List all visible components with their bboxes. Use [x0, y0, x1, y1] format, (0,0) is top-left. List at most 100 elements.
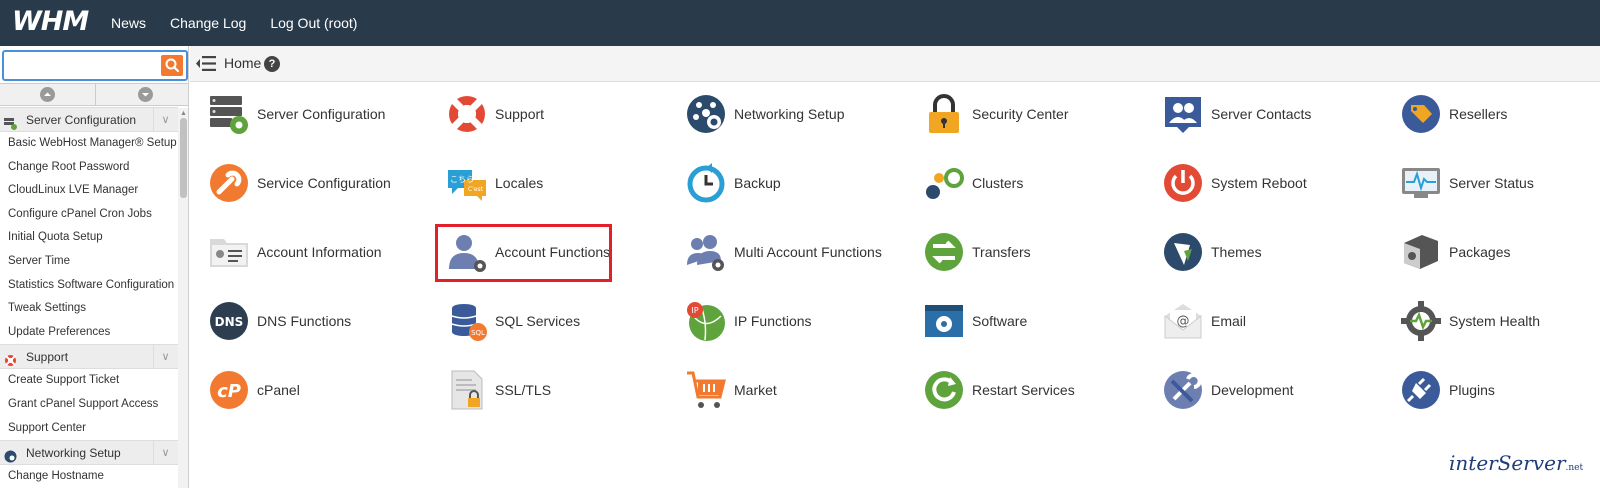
- tile-server-configuration[interactable]: Server Configuration: [204, 87, 442, 143]
- search-button[interactable]: [161, 55, 183, 76]
- padlock-icon: [923, 93, 965, 135]
- sidebar-menu: Server Configuration ∨ Basic WebHost Manag…: [0, 107, 178, 488]
- package-box-icon: [1400, 231, 1442, 273]
- svg-text:cP: cP: [217, 381, 241, 402]
- database-icon: SQL: [446, 300, 488, 342]
- email-envelope-icon: @: [1162, 300, 1204, 342]
- tile-packages[interactable]: Packages: [1396, 225, 1600, 281]
- sidebar-section-title: Support: [26, 350, 69, 365]
- sidebar-item[interactable]: Change Root Password: [0, 156, 178, 180]
- collapse-all-button[interactable]: [0, 84, 94, 105]
- sidebar-item[interactable]: CloudLinux LVE Manager: [0, 179, 178, 203]
- sidebar-item[interactable]: Support Center: [0, 417, 178, 441]
- sidebar: ▲ Server Configuration ∨ Basic WebHost Man…: [0, 46, 189, 488]
- sidebar-item[interactable]: Server Time: [0, 250, 178, 274]
- tile-multi-account-functions[interactable]: Multi Account Functions: [681, 225, 919, 281]
- tile-dns-functions[interactable]: DNS DNS Functions: [204, 294, 442, 350]
- sidebar-item[interactable]: Statistics Software Configuration: [0, 274, 178, 298]
- tile-ip-functions[interactable]: IP IP Functions: [681, 294, 919, 350]
- nav-logout-link[interactable]: Log Out (root): [270, 15, 357, 31]
- server-config-icon: [208, 93, 250, 135]
- tile-restart-services[interactable]: Restart Services: [919, 363, 1157, 419]
- tile-support[interactable]: Support: [442, 87, 680, 143]
- sidebar-item[interactable]: Create Support Ticket: [0, 369, 178, 393]
- tile-backup[interactable]: Backup: [681, 156, 919, 212]
- tile-ssl-tls[interactable]: SSL/TLS: [442, 363, 680, 419]
- svg-text:こちら: こちら: [450, 175, 474, 184]
- sidebar-section-header[interactable]: Support ∨: [0, 344, 178, 370]
- tile-label: Packages: [1449, 244, 1511, 260]
- sidebar-scrollbar[interactable]: ▲: [178, 108, 188, 488]
- interserver-logo: interServer.net: [1449, 451, 1583, 475]
- svg-text:SQL: SQL: [471, 329, 485, 337]
- search-input[interactable]: [8, 55, 158, 75]
- sidebar-item[interactable]: Basic WebHost Manager® Setup: [0, 132, 178, 156]
- tile-service-configuration[interactable]: Service Configuration: [204, 156, 442, 212]
- breadcrumb-home[interactable]: Home: [224, 55, 261, 71]
- chevron-down-icon[interactable]: ∨: [153, 108, 177, 132]
- tile-cpanel[interactable]: cP cPanel: [204, 363, 442, 419]
- tile-security-center[interactable]: Security Center: [919, 87, 1157, 143]
- development-tools-icon: [1162, 369, 1204, 411]
- tile-account-information[interactable]: Account Information: [204, 225, 442, 281]
- tile-email[interactable]: @ Email: [1158, 294, 1396, 350]
- tile-themes[interactable]: Themes: [1158, 225, 1396, 281]
- tile-label: Plugins: [1449, 382, 1495, 398]
- tile-label: Transfers: [972, 244, 1031, 260]
- sidebar-item[interactable]: Configure cPanel Cron Jobs: [0, 203, 178, 227]
- sidebar-item[interactable]: Update Preferences: [0, 321, 178, 345]
- search-icon: [165, 58, 180, 73]
- breadcrumb: Home ?: [190, 46, 1600, 82]
- collapse-controls: [0, 83, 188, 106]
- tile-label: Locales: [495, 175, 544, 191]
- tile-label: System Reboot: [1211, 175, 1307, 191]
- tile-market[interactable]: Market: [681, 363, 919, 419]
- chevron-down-icon[interactable]: ∨: [153, 441, 177, 466]
- help-icon[interactable]: ?: [264, 56, 280, 72]
- sidebar-section-header[interactable]: Server Configuration ∨: [0, 107, 178, 132]
- transfer-arrows-icon: [923, 231, 965, 273]
- software-window-icon: [923, 300, 965, 342]
- expand-all-button[interactable]: [95, 84, 188, 105]
- selection-highlight: [435, 224, 612, 282]
- sidebar-item[interactable]: Initial Quota Setup: [0, 226, 178, 250]
- tile-networking-setup[interactable]: Networking Setup: [681, 87, 919, 143]
- tile-server-status[interactable]: Server Status: [1396, 156, 1600, 212]
- tile-sql-services[interactable]: SQL SQL Services: [442, 294, 680, 350]
- tile-system-health[interactable]: System Health: [1396, 294, 1600, 350]
- ip-globe-icon: IP: [685, 300, 727, 342]
- multi-user-gear-icon: [685, 231, 727, 273]
- health-gear-icon: [1400, 300, 1442, 342]
- tile-system-reboot[interactable]: System Reboot: [1158, 156, 1396, 212]
- clusters-icon: [923, 162, 965, 204]
- menu-toggle-icon[interactable]: [196, 55, 216, 72]
- tile-transfers[interactable]: Transfers: [919, 225, 1157, 281]
- chevron-down-icon[interactable]: ∨: [153, 345, 177, 370]
- svg-text:C'est: C'est: [468, 186, 484, 193]
- tile-label: Security Center: [972, 106, 1069, 122]
- tile-server-contacts[interactable]: Server Contacts: [1158, 87, 1396, 143]
- tile-label: cPanel: [257, 382, 300, 398]
- tile-resellers[interactable]: Resellers: [1396, 87, 1600, 143]
- server-status-monitor-icon: [1400, 162, 1442, 204]
- tile-software[interactable]: Software: [919, 294, 1157, 350]
- scroll-up-icon[interactable]: ▲: [180, 110, 187, 117]
- backup-clock-icon: [685, 162, 727, 204]
- tile-label: Market: [734, 382, 777, 398]
- tile-plugins[interactable]: Plugins: [1396, 363, 1600, 419]
- sidebar-item[interactable]: Tweak Settings: [0, 297, 178, 321]
- theme-icon: [1162, 231, 1204, 273]
- whm-logo[interactable]: WHM: [12, 6, 89, 37]
- tile-locales[interactable]: こちら C'est Locales: [442, 156, 680, 212]
- nav-changelog-link[interactable]: Change Log: [170, 15, 246, 31]
- tile-label: System Health: [1449, 313, 1541, 329]
- tile-label: Account Information: [257, 244, 382, 260]
- tile-development[interactable]: Development: [1158, 363, 1396, 419]
- sidebar-section-header[interactable]: Networking Setup ∨: [0, 440, 178, 466]
- scroll-thumb[interactable]: [180, 118, 187, 198]
- sidebar-item[interactable]: Change Hostname: [0, 465, 178, 488]
- tile-clusters[interactable]: Clusters: [919, 156, 1157, 212]
- tile-label: Email: [1211, 313, 1247, 329]
- sidebar-item[interactable]: Grant cPanel Support Access: [0, 393, 178, 417]
- nav-news-link[interactable]: News: [111, 15, 146, 31]
